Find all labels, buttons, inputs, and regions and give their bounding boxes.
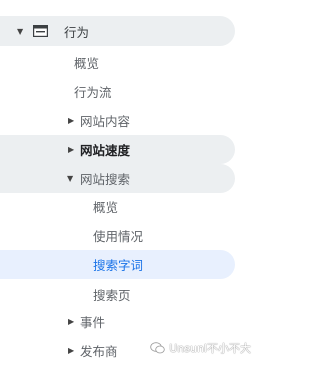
watermark: Unsunl不小不大: [150, 340, 251, 356]
caret-down-icon: ▼: [67, 174, 74, 183]
nav-item-label: 网站搜索: [80, 172, 131, 187]
nav-item-overview[interactable]: 概览: [0, 48, 235, 77]
nav-section-label: 行为: [64, 24, 90, 40]
nav-subitem-search-pages[interactable]: 搜索页: [0, 280, 235, 309]
nav-subitem-usage[interactable]: 使用情况: [0, 221, 235, 250]
caret-right-icon: ▶: [68, 346, 75, 355]
nav-item-label: 行为流: [74, 85, 112, 100]
nav-item-label: 概览: [93, 200, 119, 215]
nav-item-site-speed[interactable]: ▶ 网站速度: [0, 135, 235, 164]
nav-item-label: 发布商: [80, 344, 118, 359]
nav-item-label: 事件: [80, 315, 106, 330]
wechat-icon: [150, 342, 165, 354]
nav-item-label: 搜索字词: [93, 258, 144, 273]
nav-subitem-overview[interactable]: 概览: [0, 192, 235, 221]
nav-item-label: 搜索页: [93, 288, 131, 303]
caret-right-icon: ▶: [68, 145, 75, 154]
nav-item-label: 使用情况: [93, 229, 144, 244]
nav-section-behavior[interactable]: ▼ 行为: [0, 16, 235, 46]
nav-item-behavior-flow[interactable]: 行为流: [0, 77, 235, 106]
behavior-section-icon: [33, 25, 48, 37]
caret-down-icon: ▼: [17, 26, 24, 36]
nav-item-site-search[interactable]: ▼ 网站搜索: [0, 164, 235, 193]
nav-item-label: 网站内容: [80, 114, 131, 129]
caret-right-icon: ▶: [68, 317, 75, 326]
watermark-text: Unsunl不小不大: [169, 342, 251, 355]
nav-item-site-content[interactable]: ▶ 网站内容: [0, 106, 235, 135]
nav-item-label: 概览: [74, 56, 100, 71]
nav-item-events[interactable]: ▶ 事件: [0, 307, 235, 336]
caret-right-icon: ▶: [68, 116, 75, 125]
sidebar-nav: ▼ 行为 概览 行为流 ▶ 网站内容 ▶ 网站速度 ▼ 网站搜索 概览 使用情况…: [0, 0, 235, 362]
nav-subitem-search-terms[interactable]: 搜索字词: [0, 250, 235, 279]
nav-item-label: 网站速度: [80, 143, 131, 158]
